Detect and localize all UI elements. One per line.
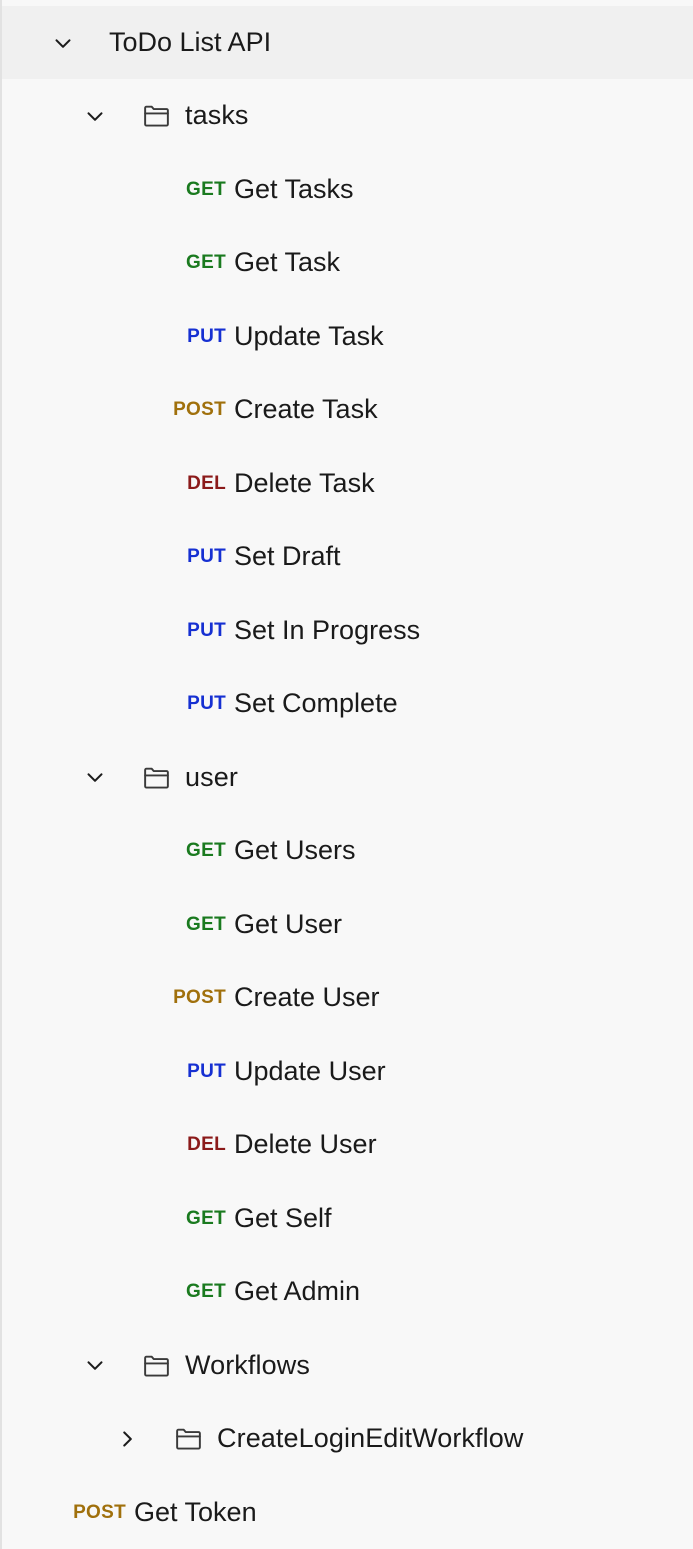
method-badge: POST bbox=[173, 399, 226, 421]
method-badge: PUT bbox=[187, 546, 226, 568]
method-badge: DEL bbox=[187, 472, 226, 494]
folder-label: tasks bbox=[185, 100, 249, 131]
chevron-down-icon[interactable] bbox=[82, 1352, 108, 1378]
collection-header-row[interactable]: ToDo List API bbox=[2, 6, 693, 79]
request-label: Get Users bbox=[234, 835, 356, 866]
folder-row-create-login-edit-workflow[interactable]: CreateLoginEditWorkflow bbox=[2, 1402, 693, 1476]
chevron-down-icon[interactable] bbox=[82, 764, 108, 790]
folder-row-workflows[interactable]: Workflows bbox=[2, 1329, 693, 1403]
chevron-down-icon[interactable] bbox=[50, 30, 76, 56]
request-row[interactable]: GET Get Self bbox=[2, 1182, 693, 1256]
folder-icon bbox=[173, 1423, 204, 1454]
request-label: Create User bbox=[234, 982, 380, 1013]
request-row[interactable]: DEL Delete Task bbox=[2, 447, 693, 521]
method-badge: GET bbox=[186, 252, 226, 274]
request-label: Set In Progress bbox=[234, 614, 421, 645]
request-row[interactable]: GET Get Admin bbox=[2, 1255, 693, 1329]
method-badge: GET bbox=[186, 840, 226, 862]
request-label: Get Admin bbox=[234, 1276, 361, 1307]
method-badge: DEL bbox=[187, 1134, 226, 1156]
folder-label: CreateLoginEditWorkflow bbox=[217, 1423, 524, 1454]
folder-label: user bbox=[185, 761, 238, 792]
request-label: Set Draft bbox=[234, 541, 341, 572]
request-row[interactable]: GET Get Users bbox=[2, 814, 693, 888]
method-badge: PUT bbox=[187, 1060, 226, 1082]
folder-icon bbox=[141, 762, 172, 793]
chevron-down-icon[interactable] bbox=[82, 103, 108, 129]
request-row[interactable]: GET Get Task bbox=[2, 226, 693, 300]
method-badge: PUT bbox=[187, 619, 226, 641]
method-badge: PUT bbox=[187, 325, 226, 347]
request-label: Get Self bbox=[234, 1202, 332, 1233]
method-badge: PUT bbox=[187, 693, 226, 715]
folder-label: Workflows bbox=[185, 1349, 310, 1380]
request-row[interactable]: PUT Set In Progress bbox=[2, 594, 693, 668]
method-badge: POST bbox=[173, 987, 226, 1009]
request-label: Delete Task bbox=[234, 467, 375, 498]
request-row[interactable]: POST Create Task bbox=[2, 373, 693, 447]
chevron-right-icon[interactable] bbox=[114, 1426, 140, 1452]
request-label: Get User bbox=[234, 908, 343, 939]
folder-icon bbox=[141, 100, 172, 131]
request-row[interactable]: PUT Update Task bbox=[2, 300, 693, 374]
request-row[interactable]: PUT Update User bbox=[2, 1035, 693, 1109]
api-collection-tree: ToDo List API tasks GET Get Tasks GET Ge… bbox=[0, 0, 693, 1549]
request-label: Update User bbox=[234, 1055, 386, 1086]
folder-row-user[interactable]: user bbox=[2, 741, 693, 815]
request-row[interactable]: PUT Set Draft bbox=[2, 520, 693, 594]
folder-row-tasks[interactable]: tasks bbox=[2, 79, 693, 153]
request-row[interactable]: GET Get User bbox=[2, 888, 693, 962]
method-badge: GET bbox=[186, 178, 226, 200]
collection-title: ToDo List API bbox=[109, 27, 272, 57]
request-label: Create Task bbox=[234, 394, 378, 425]
request-label: Get Tasks bbox=[234, 173, 354, 204]
request-row[interactable]: GET Get Tasks bbox=[2, 153, 693, 227]
method-badge: POST bbox=[73, 1501, 126, 1523]
method-badge: GET bbox=[186, 913, 226, 935]
request-label: Get Task bbox=[234, 247, 341, 278]
request-label: Delete User bbox=[234, 1129, 377, 1160]
request-label: Update Task bbox=[234, 320, 384, 351]
request-label: Set Complete bbox=[234, 688, 398, 719]
request-row[interactable]: DEL Delete User bbox=[2, 1108, 693, 1182]
request-row[interactable]: POST Create User bbox=[2, 961, 693, 1035]
request-row[interactable]: POST Get Token bbox=[2, 1476, 693, 1549]
folder-icon bbox=[141, 1350, 172, 1381]
method-badge: GET bbox=[186, 1207, 226, 1229]
request-row[interactable]: PUT Set Complete bbox=[2, 667, 693, 741]
request-label: Get Token bbox=[134, 1496, 257, 1527]
method-badge: GET bbox=[186, 1281, 226, 1303]
